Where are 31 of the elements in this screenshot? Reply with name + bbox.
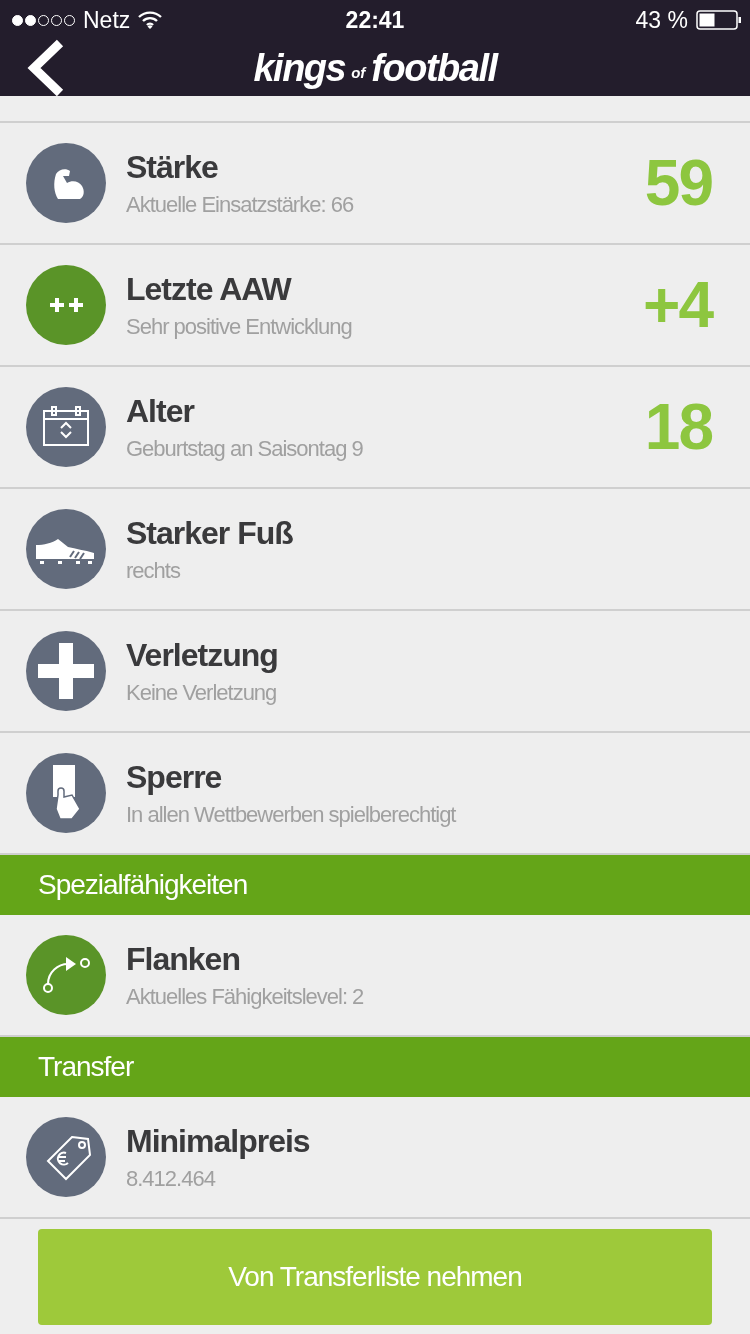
row-subtitle: Geburtstag an Saisontag 9	[126, 436, 364, 462]
row-title: Starker Fuß	[126, 514, 294, 552]
row-value: 59	[644, 146, 712, 220]
row-subtitle: Keine Verletzung	[126, 680, 278, 706]
logo-text: football	[371, 46, 497, 90]
row-value: 18	[644, 390, 712, 464]
remove-from-transfer-list-button[interactable]: Von Transferliste nehmen	[38, 1229, 712, 1325]
row-title: Stärke	[126, 148, 219, 186]
row-title: Minimalpreis	[126, 1122, 311, 1160]
row-subtitle: rechts	[126, 558, 182, 584]
battery-icon	[696, 10, 742, 30]
row-title: Letzte AAW	[126, 270, 293, 308]
back-button[interactable]	[26, 39, 66, 97]
row-value: +4	[643, 268, 712, 342]
row-subtitle: 8.412.464	[126, 1166, 217, 1192]
carrier-name: Netz	[83, 6, 131, 34]
row-subtitle: Sehr positive Entwicklung	[126, 314, 353, 340]
clock: 22:41	[345, 6, 405, 34]
row-title: Verletzung	[126, 636, 279, 674]
row-subtitle: In allen Wettbewerben spielberechtigt	[126, 802, 457, 828]
row-subtitle: Aktuelles Fähigkeitslevel: 2	[126, 984, 365, 1010]
section-header: Spezialfähigkeiten	[0, 855, 750, 915]
logo-text: kings	[253, 46, 346, 90]
logo-text: of	[351, 63, 366, 81]
battery-percentage: 43 %	[635, 6, 688, 34]
wifi-icon	[138, 11, 163, 29]
section-header: Transfer	[0, 1037, 750, 1097]
row-title: Alter	[126, 392, 196, 430]
row-title: Sperre	[126, 758, 223, 796]
row-subtitle: Aktuelle Einsatzstärke: 66	[126, 192, 355, 218]
row-title: Flanken	[126, 940, 241, 978]
